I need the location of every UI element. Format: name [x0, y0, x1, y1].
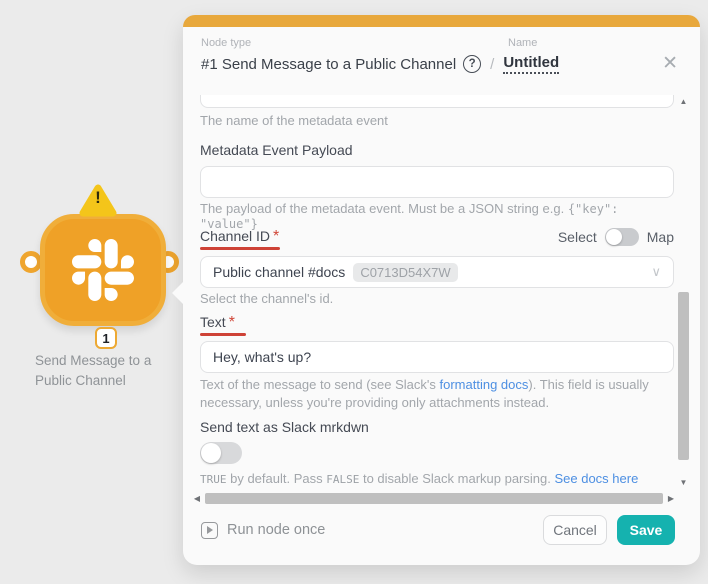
node-input-port[interactable]	[20, 251, 42, 273]
panel-header-row: #1 Send Message to a Public Channel ? / …	[201, 54, 559, 74]
panel-accent-bar	[183, 15, 700, 27]
name-label: Name	[508, 37, 537, 49]
mrkdwn-help: TRUE by default. Pass FALSE to disable S…	[200, 471, 674, 486]
run-node-once-label: Run node once	[227, 522, 325, 538]
node-type-label: Node type	[201, 37, 251, 49]
toggle-knob	[201, 443, 221, 463]
save-button[interactable]: Save	[617, 515, 675, 545]
help-icon[interactable]: ?	[463, 55, 481, 73]
channel-help: Select the channel's id.	[200, 291, 333, 306]
map-label: Map	[647, 229, 674, 245]
node-type-title: #1 Send Message to a Public Channel	[201, 56, 456, 73]
channel-id-label: Channel ID	[200, 228, 270, 244]
mrkdwn-label: Send text as Slack mrkdwn	[200, 419, 369, 435]
cancel-button[interactable]: Cancel	[543, 515, 607, 545]
panel-pointer-notch	[172, 282, 183, 304]
workflow-canvas: ! 1 Send Message to a Public Channel Nod…	[0, 0, 708, 584]
form-scroll-area: The name of the metadata event Metadata …	[200, 95, 674, 489]
close-icon[interactable]: ✕	[662, 52, 678, 75]
required-asterisk: *	[273, 228, 279, 245]
metadata-event-payload-input[interactable]	[200, 166, 674, 198]
payload-label: Metadata Event Payload	[200, 142, 353, 158]
slack-logo-icon	[72, 239, 134, 301]
required-asterisk: *	[229, 314, 235, 331]
select-map-toggle[interactable]	[605, 228, 639, 246]
warning-exclamation: !	[79, 188, 117, 208]
channel-id-underline	[200, 247, 280, 250]
run-node-once-button[interactable]: Run node once	[201, 522, 325, 539]
play-icon	[201, 522, 218, 539]
header-separator: /	[490, 56, 494, 73]
panel-footer: Run node once Cancel Save	[183, 503, 700, 565]
channel-id-code: C0713D54X7W	[353, 263, 457, 282]
metadata-event-name-input[interactable]	[200, 95, 674, 108]
node-number-badge: 1	[95, 327, 117, 349]
scroll-right-icon[interactable]: ▶	[665, 494, 677, 503]
see-docs-link[interactable]: See docs here	[554, 471, 638, 486]
scroll-down-icon[interactable]: ▼	[677, 478, 690, 487]
vertical-scrollbar[interactable]: ▲ ▼	[677, 95, 690, 489]
node-body[interactable]	[40, 214, 166, 326]
payload-help: The payload of the metadata event. Must …	[200, 201, 674, 231]
channel-dropdown[interactable]: Public channel #docs C0713D54X7W ∨	[200, 256, 674, 288]
node-settings-panel: Node type Name #1 Send Message to a Publ…	[183, 15, 700, 565]
text-label: Text	[200, 314, 226, 330]
chevron-down-icon: ∨	[651, 264, 661, 280]
metadata-name-help: The name of the metadata event	[200, 113, 388, 128]
select-label: Select	[558, 229, 597, 245]
text-help: Text of the message to send (see Slack's…	[200, 376, 674, 412]
text-underline	[200, 333, 246, 336]
toggle-knob	[606, 229, 622, 245]
channel-id-row: Channel ID* Select Map	[200, 228, 674, 246]
warning-triangle-icon[interactable]: !	[79, 184, 117, 218]
text-input[interactable]	[200, 341, 674, 373]
mrkdwn-toggle[interactable]	[200, 442, 242, 464]
node-name-editable[interactable]: Untitled	[503, 54, 559, 74]
formatting-docs-link[interactable]: formatting docs	[440, 377, 529, 392]
text-label-row: Text*	[200, 314, 235, 332]
node-title-label: Send Message to a Public Channel	[35, 351, 187, 391]
select-map-switch: Select Map	[558, 228, 674, 246]
scroll-left-icon[interactable]: ◀	[191, 494, 203, 503]
vertical-scroll-thumb[interactable]	[678, 292, 689, 460]
channel-selected-value: Public channel #docs	[213, 264, 345, 280]
scroll-up-icon[interactable]: ▲	[677, 97, 690, 106]
